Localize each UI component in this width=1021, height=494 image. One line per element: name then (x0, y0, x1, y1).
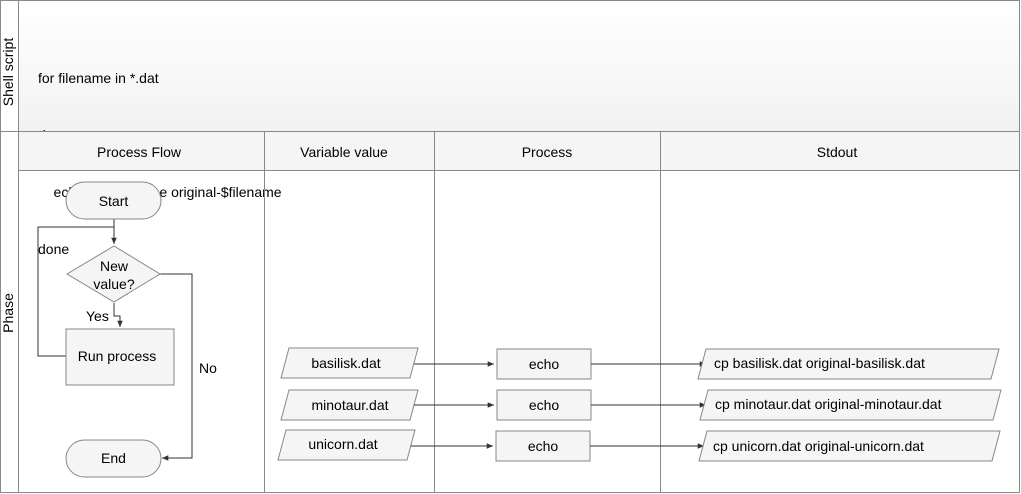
decision-label-line1: New (100, 258, 129, 274)
value-basilisk: basilisk.dat (311, 355, 380, 371)
decision-label-line2: value? (93, 276, 134, 292)
stdout-basilisk: cp basilisk.dat original-basilisk.dat (714, 355, 925, 371)
value-minotaur: minotaur.dat (311, 397, 388, 413)
swimlane-diagram: Shell script Phase Process Flow Variable… (0, 0, 1020, 493)
echo-label-2: echo (529, 397, 560, 413)
phase-label: Phase (0, 293, 16, 333)
stdout-unicorn: cp unicorn.dat original-unicorn.dat (713, 438, 924, 454)
run-process-label: Run process (78, 348, 157, 364)
start-label: Start (99, 193, 129, 209)
column-header-variable-value: Variable value (300, 144, 388, 160)
shell-script-pool (0, 0, 1020, 132)
no-label: No (199, 360, 217, 376)
column-header-process-flow: Process Flow (97, 144, 182, 160)
echo-label-3: echo (528, 438, 559, 454)
end-label: End (101, 450, 126, 466)
value-unicorn: unicorn.dat (308, 436, 377, 452)
echo-label-1: echo (529, 356, 560, 372)
yes-label: Yes (86, 308, 109, 324)
decision-diamond (66, 245, 161, 303)
shell-script-label: Shell script (0, 38, 16, 107)
stdout-minotaur: cp minotaur.dat original-minotaur.dat (715, 396, 942, 412)
column-header-stdout: Stdout (817, 144, 858, 160)
column-header-process: Process (522, 144, 573, 160)
yes-arrow (113, 303, 123, 327)
